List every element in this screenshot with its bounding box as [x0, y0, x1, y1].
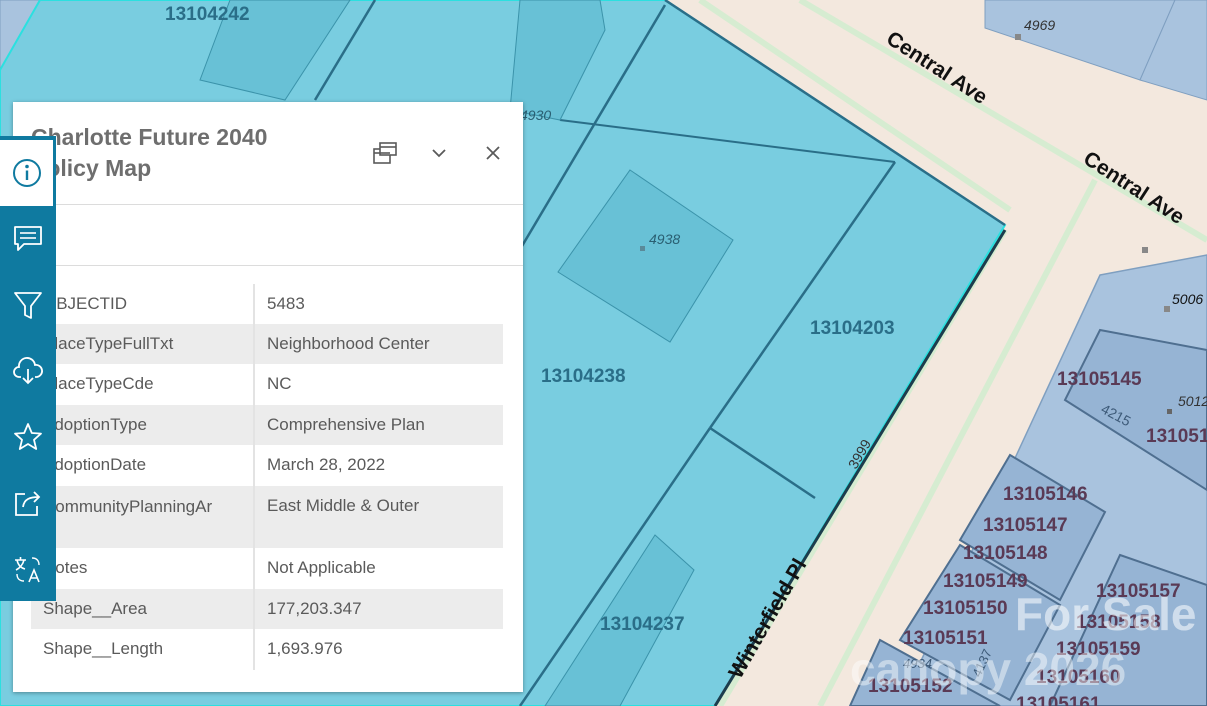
- attribute-key: AdoptionDate: [31, 445, 255, 486]
- sidebar-item-info[interactable]: [0, 140, 53, 206]
- attribute-key: AdoptionType: [31, 405, 255, 445]
- attribute-value: March 28, 2022: [267, 455, 386, 474]
- chevron-down-icon: [432, 149, 446, 158]
- address-label: 5012: [1178, 393, 1207, 409]
- parcel-label: 13105145: [1057, 369, 1142, 390]
- address-point: [640, 246, 645, 251]
- attribute-value: NC: [267, 374, 292, 393]
- attribute-row: PlaceTypeFullTxt Neighborhood Center: [31, 324, 503, 364]
- address-label: 4930: [520, 107, 551, 123]
- address-point: [1167, 409, 1172, 414]
- comment-icon: [14, 226, 42, 251]
- attribute-key: PlaceTypeFullTxt: [31, 324, 255, 364]
- attribute-row: Shape__Length 1,693.976: [31, 629, 503, 670]
- address-label: 4938: [649, 231, 680, 247]
- attribute-value: 5483: [267, 294, 305, 313]
- parcel-label: 13104203: [810, 318, 895, 339]
- parcel-label: 1310515: [1146, 426, 1207, 447]
- address-point: [1142, 247, 1148, 253]
- attribute-value: East Middle & Outer: [254, 486, 503, 548]
- share-icon: [15, 491, 41, 516]
- dock-icon: [373, 142, 397, 164]
- sidebar-item-translate[interactable]: [0, 536, 56, 602]
- close-icon: [486, 146, 500, 160]
- collapse-button[interactable]: [425, 139, 453, 167]
- parcel-label: 13105147: [983, 515, 1068, 536]
- star-icon: [14, 423, 42, 450]
- sidebar-item-share[interactable]: [0, 470, 56, 536]
- cloud-download-icon: [13, 357, 43, 385]
- address-label: 5006: [1172, 291, 1203, 307]
- attribute-value: Not Applicable: [267, 558, 376, 577]
- popup-divider: [13, 265, 523, 266]
- popup-title: Charlotte Future 2040 Policy Map: [31, 124, 268, 181]
- parcel-label: 13105161: [1016, 694, 1101, 706]
- attribute-row: AdoptionType Comprehensive Plan: [31, 405, 503, 445]
- attribute-row: Shape__Area 177,203.347: [31, 589, 503, 629]
- attribute-value: Neighborhood Center: [254, 324, 503, 364]
- attribute-key: Shape__Area: [31, 589, 255, 629]
- attribute-key: Notes: [31, 548, 255, 589]
- sidebar-item-filter[interactable]: [0, 272, 56, 338]
- attribute-row: AdoptionDate March 28, 2022: [31, 445, 503, 486]
- address-point: [1015, 34, 1021, 40]
- parcel-label: 13105150: [923, 598, 1008, 619]
- popup-divider: [13, 204, 523, 205]
- parcel-label: 13104237: [600, 614, 685, 635]
- dock-button[interactable]: [371, 139, 399, 167]
- sidebar-item-favorites[interactable]: [0, 404, 56, 470]
- filter-icon: [14, 292, 42, 319]
- parcel-label: 13104242: [165, 4, 250, 25]
- attribute-value: 1,693.976: [267, 639, 343, 658]
- attribute-row: Notes Not Applicable: [31, 548, 503, 589]
- attribute-value: 177,203.347: [254, 589, 503, 629]
- parcel-label: 13105146: [1003, 484, 1088, 505]
- close-button[interactable]: [479, 139, 507, 167]
- address-point: [1164, 306, 1170, 312]
- attribute-row: PlaceTypeCde NC: [31, 364, 503, 405]
- parcel-label: 13104238: [541, 366, 626, 387]
- widget-sidebar: [0, 136, 56, 601]
- attribute-key: Shape__Length: [31, 629, 255, 670]
- address-label: 4969: [1024, 17, 1055, 33]
- attribute-key: CommunityPlanningAr a: [31, 486, 255, 548]
- attribute-row: CommunityPlanningAr a East Middle & Oute…: [31, 486, 503, 548]
- info-icon: [12, 159, 41, 187]
- translate-icon: [15, 557, 40, 583]
- watermark-text: For Sale: [1015, 588, 1197, 640]
- parcel-label: 13105148: [963, 543, 1048, 564]
- attribute-value: Comprehensive Plan: [254, 405, 503, 445]
- watermark-text: canopy 2026: [850, 643, 1126, 695]
- feature-popup: Charlotte Future 2040 Policy Map OBJECTI…: [13, 102, 523, 692]
- attribute-key: OBJECTID: [31, 284, 255, 324]
- attribute-row: OBJECTID 5483: [31, 284, 503, 324]
- sidebar-item-comment[interactable]: [0, 206, 56, 272]
- sidebar-item-download[interactable]: [0, 338, 56, 404]
- attribute-key: PlaceTypeCde: [31, 364, 255, 405]
- attribute-table: OBJECTID 5483 PlaceTypeFullTxt Neighborh…: [31, 284, 503, 670]
